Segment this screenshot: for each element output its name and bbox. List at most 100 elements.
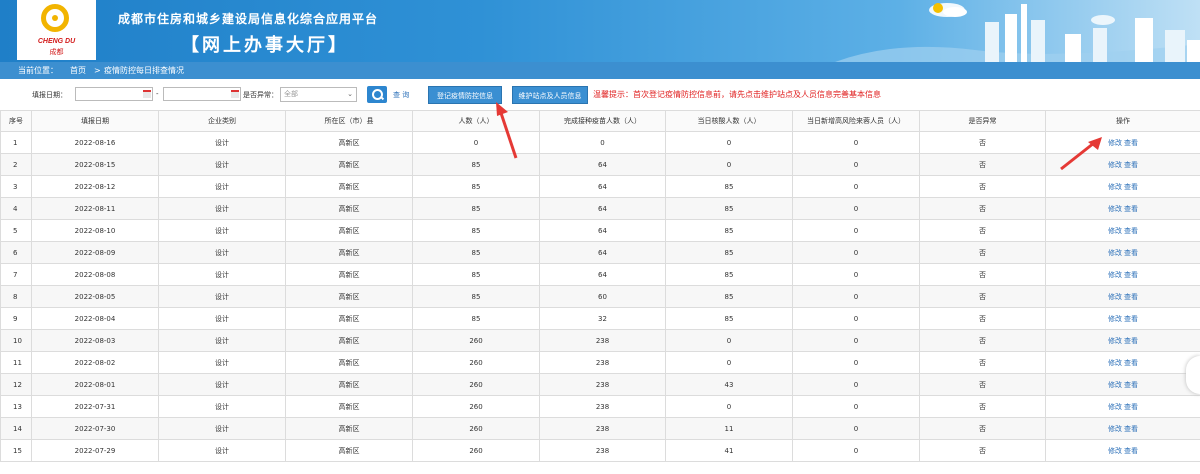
district-cell: 高新区 — [285, 439, 413, 462]
row-index-cell: 1 — [0, 131, 32, 154]
col-header: 人数（人） — [412, 110, 540, 132]
start-date-input[interactable] — [75, 87, 153, 101]
company-type-cell: 设计 — [158, 439, 286, 462]
actions-cell: 修改 查看 — [1045, 395, 1200, 418]
edit-link[interactable]: 修改 — [1108, 161, 1122, 169]
edit-link[interactable]: 修改 — [1108, 271, 1122, 279]
col-header: 是否异常 — [919, 110, 1046, 132]
edit-link[interactable]: 修改 — [1108, 403, 1122, 411]
report-date-cell: 2022-08-08 — [31, 263, 159, 286]
new-high-risk-count-cell: 0 — [792, 263, 920, 286]
view-link[interactable]: 查看 — [1124, 315, 1138, 323]
view-link[interactable]: 查看 — [1124, 425, 1138, 433]
view-link[interactable]: 查看 — [1124, 271, 1138, 279]
city-skyline-illustration — [835, 3, 1200, 62]
district-cell: 高新区 — [285, 263, 413, 286]
edit-link[interactable]: 修改 — [1108, 293, 1122, 301]
vaccinated-count-cell: 64 — [539, 219, 666, 242]
edit-link[interactable]: 修改 — [1108, 381, 1122, 389]
is-abnormal-cell: 否 — [919, 241, 1046, 264]
side-scroll-handle[interactable] — [1186, 356, 1200, 394]
register-epidemic-info-button[interactable]: 登记疫情防控信息 — [428, 86, 502, 104]
view-link[interactable]: 查看 — [1124, 293, 1138, 301]
report-date-cell: 2022-07-31 — [31, 395, 159, 418]
headcount-cell: 260 — [412, 439, 540, 462]
is-abnormal-cell: 否 — [919, 285, 1046, 308]
breadcrumb-current: 疫情防控每日排查情况 — [104, 66, 184, 75]
view-link[interactable]: 查看 — [1124, 337, 1138, 345]
edit-link[interactable]: 修改 — [1108, 447, 1122, 455]
actions-cell: 修改 查看 — [1045, 307, 1200, 330]
breadcrumb-home-link[interactable]: 首页 — [70, 62, 86, 79]
edit-link[interactable]: 修改 — [1108, 315, 1122, 323]
company-type-cell: 设计 — [158, 153, 286, 176]
row-index-cell: 14 — [0, 417, 32, 440]
edit-link[interactable]: 修改 — [1108, 183, 1122, 191]
view-link[interactable]: 查看 — [1124, 205, 1138, 213]
view-link[interactable]: 查看 — [1124, 381, 1138, 389]
annotation-arrow-up — [496, 102, 518, 159]
is-abnormal-cell: 否 — [919, 351, 1046, 374]
headcount-cell: 260 — [412, 329, 540, 352]
report-date-cell: 2022-08-11 — [31, 197, 159, 220]
is-abnormal-cell: 否 — [919, 263, 1046, 286]
nucleic-test-count-cell: 0 — [665, 395, 793, 418]
company-type-cell: 设计 — [158, 263, 286, 286]
nucleic-test-count-cell: 0 — [665, 153, 793, 176]
table-row: 9 2022-08-04 设计 高新区 85 32 85 0 否修改 查看 — [0, 307, 1200, 330]
view-link[interactable]: 查看 — [1124, 249, 1138, 257]
new-high-risk-count-cell: 0 — [792, 351, 920, 374]
calendar-icon[interactable] — [143, 90, 151, 98]
row-index-cell: 4 — [0, 197, 32, 220]
edit-link[interactable]: 修改 — [1108, 139, 1122, 147]
vaccinated-count-cell: 238 — [539, 329, 666, 352]
edit-link[interactable]: 修改 — [1108, 359, 1122, 367]
abnormal-select-value: 全部 — [284, 90, 298, 98]
edit-link[interactable]: 修改 — [1108, 205, 1122, 213]
district-cell: 高新区 — [285, 285, 413, 308]
maintain-site-personnel-button[interactable]: 维护站点及人员信息 — [512, 86, 588, 104]
table-row: 1 2022-08-16 设计 高新区 0 0 0 0 否修改 查看 — [0, 131, 1200, 154]
edit-link[interactable]: 修改 — [1108, 425, 1122, 433]
date-label: 填报日期： — [32, 91, 67, 99]
row-index-cell: 13 — [0, 395, 32, 418]
actions-cell: 修改 查看 — [1045, 329, 1200, 352]
report-date-cell: 2022-08-05 — [31, 285, 159, 308]
view-link[interactable]: 查看 — [1124, 447, 1138, 455]
new-high-risk-count-cell: 0 — [792, 417, 920, 440]
breadcrumb-separator: > — [94, 66, 101, 75]
headcount-cell: 0 — [412, 131, 540, 154]
row-index-cell: 11 — [0, 351, 32, 374]
actions-cell: 修改 查看 — [1045, 285, 1200, 308]
is-abnormal-cell: 否 — [919, 153, 1046, 176]
view-link[interactable]: 查看 — [1124, 403, 1138, 411]
company-type-cell: 设计 — [158, 285, 286, 308]
actions-cell: 修改 查看 — [1045, 263, 1200, 286]
table-row: 3 2022-08-12 设计 高新区 85 64 85 0 否修改 查看 — [0, 175, 1200, 198]
edit-link[interactable]: 修改 — [1108, 337, 1122, 345]
view-link[interactable]: 查看 — [1124, 359, 1138, 367]
district-cell: 高新区 — [285, 175, 413, 198]
view-link[interactable]: 查看 — [1124, 161, 1138, 169]
city-logo: CHENG DU 成都 — [17, 0, 96, 60]
view-link[interactable]: 查看 — [1124, 227, 1138, 235]
search-button[interactable] — [367, 86, 387, 103]
row-index-cell: 7 — [0, 263, 32, 286]
end-date-input[interactable] — [163, 87, 241, 101]
new-high-risk-count-cell: 0 — [792, 197, 920, 220]
edit-link[interactable]: 修改 — [1108, 227, 1122, 235]
query-label[interactable]: 查 询 — [393, 90, 409, 100]
vaccinated-count-cell: 64 — [539, 197, 666, 220]
app-header: CHENG DU 成都 成都市住房和城乡建设局信息化综合应用平台 【网上办事大厅… — [0, 0, 1200, 62]
view-link[interactable]: 查看 — [1124, 183, 1138, 191]
report-date-cell: 2022-08-01 — [31, 373, 159, 396]
vaccinated-count-cell: 64 — [539, 175, 666, 198]
district-cell: 高新区 — [285, 373, 413, 396]
breadcrumb: 当前位置： 首页 > 疫情防控每日排查情况 — [0, 62, 1200, 79]
abnormal-select[interactable]: 全部 ⌄ — [280, 87, 357, 102]
view-link[interactable]: 查看 — [1124, 139, 1138, 147]
date-separator: - — [156, 90, 159, 98]
calendar-icon[interactable] — [231, 90, 239, 98]
edit-link[interactable]: 修改 — [1108, 249, 1122, 257]
company-type-cell: 设计 — [158, 395, 286, 418]
